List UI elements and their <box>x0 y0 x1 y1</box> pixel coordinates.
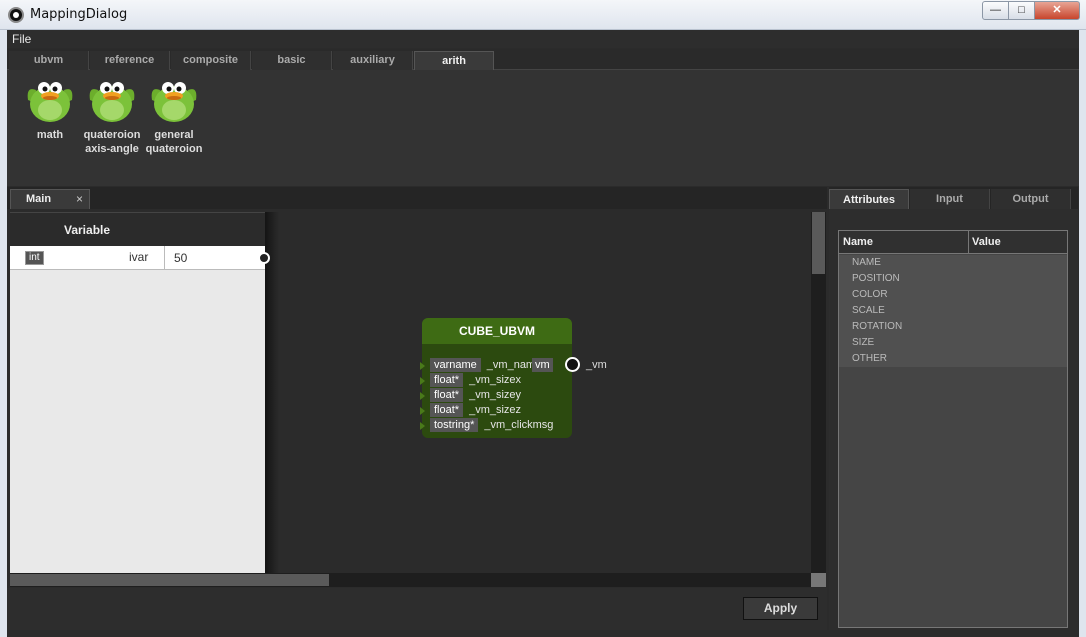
node-input-port[interactable] <box>420 377 425 385</box>
node-input-port[interactable] <box>420 392 425 400</box>
palette-item-label: general <box>154 129 194 141</box>
tab-output[interactable]: Output <box>991 189 1071 209</box>
palette-tab-bar: ubvm reference composite basic auxiliary… <box>7 49 1079 70</box>
attribute-row[interactable]: OTHER <box>839 351 1067 367</box>
node-input-row: tostring* _vm_clickmsg <box>430 418 553 432</box>
variable-type-badge: int <box>25 251 44 265</box>
tab-input[interactable]: Input <box>910 189 990 209</box>
node-input-name: _vm_clickmsg <box>484 419 554 431</box>
app-icon <box>8 7 24 23</box>
attribute-rows: NAME POSITION COLOR SCALE ROTATION SIZE … <box>839 255 1067 367</box>
attribute-row[interactable]: NAME <box>839 255 1067 271</box>
attribute-row[interactable]: COLOR <box>839 287 1067 303</box>
duck-icon <box>148 72 200 124</box>
palette-area: math quateroion axis-angle general quate… <box>7 70 1079 186</box>
palette-item-label: axis-angle <box>85 143 139 155</box>
palette-item-label: quateroion <box>83 129 141 141</box>
column-divider <box>968 231 969 254</box>
window-title: MappingDialog <box>30 7 128 22</box>
tab-auxiliary[interactable]: auxiliary <box>333 51 413 70</box>
column-header-value[interactable]: Value <box>972 236 1001 248</box>
node-output-type: vm <box>532 358 553 372</box>
node-input-type: varname <box>430 358 481 372</box>
node-input-row: float* _vm_sizez <box>430 403 521 417</box>
tab-main[interactable]: Main × <box>10 189 90 209</box>
node-cube-ubvm[interactable]: CUBE_UBVM varname _vm_nam vm float* _vm_si… <box>420 318 572 438</box>
canvas-vertical-scrollbar[interactable] <box>811 212 826 573</box>
node-input-type: float* <box>430 373 464 387</box>
variable-name[interactable]: ivar <box>129 250 148 264</box>
attribute-row[interactable]: SCALE <box>839 303 1067 319</box>
minimize-button[interactable]: — <box>982 1 1009 20</box>
maximize-button[interactable]: □ <box>1009 1 1035 20</box>
variable-panel: Variable int ivar 50 <box>10 212 265 573</box>
palette-item-label: math <box>36 129 64 141</box>
column-header-name[interactable]: Name <box>843 236 873 248</box>
tab-close-icon[interactable]: × <box>76 192 83 206</box>
node-input-port[interactable] <box>420 362 425 370</box>
tab-composite[interactable]: composite <box>171 51 251 70</box>
variable-header-label: Variable <box>64 223 111 237</box>
tab-basic[interactable]: basic <box>252 51 332 70</box>
attribute-panel: Name Value NAME POSITION COLOR SCALE ROT… <box>829 209 1078 630</box>
tab-main-label: Main <box>26 193 52 205</box>
node-input-name: _vm_sizez <box>469 404 522 416</box>
node-input-name: _vm_sizey <box>469 389 522 401</box>
attribute-row[interactable]: ROTATION <box>839 319 1067 335</box>
tab-attributes[interactable]: Attributes <box>829 189 909 209</box>
attribute-table: Name Value NAME POSITION COLOR SCALE ROT… <box>838 230 1068 628</box>
title-bar: MappingDialog — □ ✕ <box>0 0 1086 30</box>
duck-icon <box>24 72 76 124</box>
node-input-name: _vm_sizex <box>469 374 522 386</box>
variable-header: Variable <box>10 212 265 246</box>
bottom-bar: Apply <box>7 588 827 630</box>
tab-arith[interactable]: arith <box>414 51 494 70</box>
node-input-row: varname _vm_nam <box>430 358 535 372</box>
window-frame-right <box>1079 30 1086 637</box>
tab-reference[interactable]: reference <box>90 51 170 70</box>
vertical-scroll-thumb[interactable] <box>812 212 825 274</box>
variable-value[interactable]: 50 <box>174 251 187 265</box>
variable-row[interactable]: int ivar 50 <box>10 246 265 270</box>
window-frame-left <box>0 30 7 637</box>
palette-item-general-quateroion[interactable]: general quateroion <box>142 72 206 156</box>
menu-file[interactable]: File <box>12 32 31 46</box>
duck-icon <box>86 72 138 124</box>
node-input-name: _vm_nam <box>486 359 536 371</box>
palette-item-label: quateroion <box>145 143 203 155</box>
palette-item-math[interactable]: math <box>18 72 82 142</box>
tab-ubvm[interactable]: ubvm <box>9 51 89 70</box>
node-header[interactable]: CUBE_UBVM <box>422 318 572 344</box>
node-input-row: float* _vm_sizex <box>430 373 521 387</box>
window-controls: — □ ✕ <box>982 1 1080 20</box>
close-button[interactable]: ✕ <box>1035 1 1080 20</box>
node-output-label: _vm <box>586 359 607 371</box>
apply-button[interactable]: Apply <box>743 597 818 620</box>
column-divider <box>164 246 165 270</box>
scroll-corner <box>811 573 826 587</box>
attribute-row[interactable]: SIZE <box>839 335 1067 351</box>
variable-output-port[interactable] <box>258 252 270 264</box>
node-input-type: float* <box>430 403 464 417</box>
node-input-port[interactable] <box>420 407 425 415</box>
horizontal-scroll-thumb[interactable] <box>10 574 329 586</box>
attribute-tab-bar: Attributes Input Output <box>829 187 1078 209</box>
node-input-row: float* _vm_sizey <box>430 388 521 402</box>
canvas-horizontal-scrollbar[interactable] <box>10 573 811 587</box>
attribute-table-header: Name Value <box>839 231 1067 254</box>
node-input-type: float* <box>430 388 464 402</box>
node-title: CUBE_UBVM <box>458 324 535 338</box>
attribute-row[interactable]: POSITION <box>839 271 1067 287</box>
node-input-port[interactable] <box>420 422 425 430</box>
palette-item-quateroion-axis-angle[interactable]: quateroion axis-angle <box>80 72 144 156</box>
main-tab-bar: Main × <box>7 187 827 209</box>
menu-bar: File <box>7 30 1079 48</box>
node-input-type: tostring* <box>430 418 479 432</box>
node-output-port[interactable] <box>565 357 580 372</box>
